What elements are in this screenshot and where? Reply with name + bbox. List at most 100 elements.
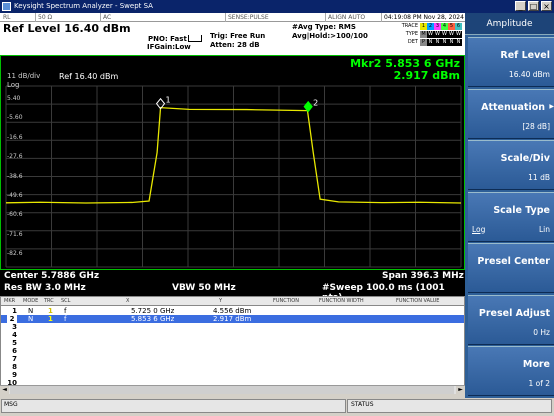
softkey-label: Scale Type: [493, 204, 550, 216]
marker-table: MKR MODE TRC SCL X Y FUNCTION FUNCTION W…: [0, 296, 465, 395]
plot-ref-level: Ref 16.40 dBm: [59, 72, 119, 81]
marker-table-row[interactable]: 5: [1, 339, 464, 347]
softkey-label: Scale/Div: [500, 153, 550, 164]
cell-num: 8: [12, 363, 17, 371]
plot-footer: Center 5.7886 GHz Span 396.3 MHz Res BW …: [0, 270, 465, 303]
softkey-ref-level[interactable]: Ref Level 16.40 dBm: [468, 37, 554, 87]
trigger-icon: [188, 35, 202, 42]
avg-hold-indicator: Avg|Hold:>100/100: [292, 32, 368, 40]
marker-table-header: MKR MODE TRC SCL X Y FUNCTION FUNCTION W…: [1, 297, 464, 306]
marker-table-row[interactable]: 8: [1, 363, 464, 371]
header-function-value: FUNCTION VALUE: [396, 298, 440, 304]
softkey-presel-adjust[interactable]: Presel Adjust 0 Hz: [468, 294, 554, 345]
softkey-scale-div[interactable]: Scale/Div 11 dB: [468, 140, 554, 190]
cell-y: 4.556 dBm: [213, 307, 252, 315]
window-titlebar: Keysight Spectrum Analyzer - Swept SA _ …: [0, 0, 554, 13]
trace-cell-3: 3: [434, 22, 441, 30]
scrollbar-thumb[interactable]: [10, 386, 454, 394]
ref-level-title: Ref Level 16.40 dBm: [3, 22, 131, 35]
minimize-button[interactable]: _: [515, 1, 526, 11]
y-axis-label: -5.60: [7, 114, 23, 122]
det-cell-3: N: [434, 38, 441, 46]
trigger-indicator: Trig: Free Run: [210, 32, 266, 40]
cell-y: 2.917 dBm: [213, 315, 252, 323]
marker-table-row[interactable]: 1 N 1 f 5.725 0 GHz 4.556 dBm: [1, 307, 464, 315]
header-y: Y: [219, 298, 223, 304]
softkey-value: 11 dB: [528, 173, 550, 182]
marker-2-label: 2: [313, 99, 318, 108]
det-cell-4: N: [441, 38, 448, 46]
close-button[interactable]: ×: [541, 1, 552, 11]
marker-table-row[interactable]: 6: [1, 347, 464, 355]
cell-num: 1: [12, 307, 17, 315]
softkey-label: Attenuation: [481, 101, 545, 113]
type-cell-3: W: [434, 30, 441, 38]
panel-title: Amplitude: [465, 13, 554, 35]
ifgain-indicator: IFGain:Low: [147, 43, 191, 51]
header-function: FUNCTION: [273, 298, 299, 304]
y-axis-label: -60.6: [7, 211, 23, 219]
type-cell-2: W: [427, 30, 434, 38]
trace-cell-6: 6: [455, 22, 462, 30]
det-label: DET: [407, 39, 418, 45]
marker-table-row[interactable]: 2 N 1 f 5.853 6 GHz 2.917 dBm: [1, 315, 464, 323]
spectrum-graph: 12: [5, 85, 462, 268]
res-bw: Res BW 3.0 MHz: [4, 283, 86, 293]
softkey-value: 1 of 2: [528, 379, 550, 388]
marker-readout: Mkr2 5.853 6 GHz 2.917 dBm: [350, 58, 460, 82]
status-row: RL 50 Ω AC SENSE:PULSE ALIGN AUTO 04:19:…: [0, 13, 465, 22]
softkey-label: Presel Center: [477, 256, 550, 267]
table-scrollbar[interactable]: ◄ ►: [0, 385, 465, 394]
cell-num: 7: [12, 355, 17, 363]
msg-label: MSG: [4, 401, 18, 408]
trace-cell-5: 5: [448, 22, 455, 30]
type-cell-1: M: [420, 30, 427, 38]
softkey-value: [28 dB]: [522, 121, 550, 131]
scroll-left-arrow-icon[interactable]: ◄: [0, 386, 9, 394]
softkey-presel-center[interactable]: Presel Center: [468, 243, 554, 293]
window-title: Keysight Spectrum Analyzer - Swept SA: [14, 2, 153, 10]
cell-mode: N: [28, 315, 34, 323]
marker-table-row[interactable]: 3: [1, 323, 464, 331]
type-cell-4: W: [441, 30, 448, 38]
cell-trc: 1: [48, 315, 53, 323]
message-box: [1, 399, 346, 413]
marker-table-row[interactable]: 4: [1, 331, 464, 339]
cell-scl: f: [64, 315, 67, 323]
spectrum-plot[interactable]: 12 11 dB/div Ref 16.40 dBm Log Mkr2 5.85…: [0, 55, 465, 270]
avg-type-indicator: #Avg Type: RMS: [292, 23, 356, 31]
scale-per-div: 11 dB/div: [7, 72, 41, 80]
type-cell-5: W: [448, 30, 455, 38]
header-function-width: FUNCTION WIDTH: [319, 298, 364, 304]
app-icon: [2, 2, 11, 11]
marker-table-row[interactable]: 7: [1, 355, 464, 363]
cell-scl: f: [64, 307, 67, 315]
softkey-value: 0 Hz: [533, 327, 550, 337]
softkey-more[interactable]: More 1 of 2: [468, 346, 554, 396]
marker-table-row[interactable]: 9: [1, 371, 464, 379]
softkey-value: 16.40 dBm: [508, 70, 550, 79]
trace-cell-2: 2: [427, 22, 434, 30]
y-axis-label: -71.6: [7, 230, 23, 238]
header-mkr: MKR: [4, 298, 16, 304]
bottom-status-bar: MSG STATUS: [0, 398, 554, 416]
marker-amplitude: 2.917 dBm: [393, 69, 460, 82]
y-axis-label: -27.6: [7, 153, 23, 161]
softkey-attenuation[interactable]: Attenuation [28 dB] ▶: [468, 88, 554, 139]
status-label: STATUS: [351, 401, 374, 408]
cell-x: 5.853 6 GHz: [131, 315, 175, 323]
maximize-button[interactable]: □: [528, 1, 539, 11]
header-x: X: [126, 298, 130, 304]
mode-indicator: RL: [3, 14, 11, 21]
impedance-indicator: 50 Ω: [35, 13, 52, 22]
sense-indicator: SENSE:PULSE: [225, 13, 269, 22]
marker-1-label: 1: [166, 96, 171, 105]
scroll-right-arrow-icon[interactable]: ►: [456, 386, 465, 394]
softkey-value: Lin: [538, 224, 550, 234]
softkey-label: Ref Level: [500, 50, 550, 61]
header-mode: MODE: [23, 298, 39, 304]
softkey-scale-type[interactable]: Scale Type Lin Log: [468, 191, 554, 242]
cell-num: 5: [12, 339, 17, 347]
datetime: 04:19:08 PM Nov 28, 2024: [381, 13, 464, 22]
measurement-info: Ref Level 16.40 dBm PNO: Fast IFGain:Low…: [0, 22, 465, 55]
